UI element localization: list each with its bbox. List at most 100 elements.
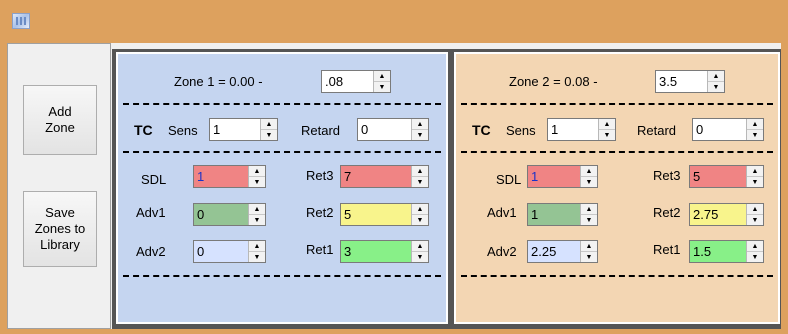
zone-1-retard-value[interactable]: 0	[358, 119, 411, 140]
zone-2-ret1-spinbox[interactable]: 1.5 ▲ ▼	[689, 240, 764, 263]
spin-up-icon[interactable]: ▲	[581, 166, 597, 176]
zone-1-ret3-label: Ret3	[306, 168, 334, 183]
zone-2-ret3-label: Ret3	[653, 168, 681, 183]
separator	[461, 103, 773, 105]
spin-up-icon[interactable]: ▲	[412, 241, 428, 251]
zone-1-adv1-label: Adv1	[136, 205, 166, 220]
spin-up-icon[interactable]: ▲	[412, 166, 428, 176]
zone-1-panel: Zone 1 = 0.00 - .08 ▲ ▼ TC Sens 1 ▲ ▼ Reta…	[116, 52, 448, 324]
app-grid-icon[interactable]	[12, 13, 30, 29]
add-zone-button[interactable]: Add Zone	[23, 85, 97, 155]
zone-2-retard-spinbox[interactable]: 0 ▲ ▼	[692, 118, 764, 141]
zone-2-sens-spinbox[interactable]: 1 ▲ ▼	[547, 118, 616, 141]
separator	[123, 151, 441, 153]
spin-down-icon[interactable]: ▼	[581, 214, 597, 225]
zone-1-ret1-value[interactable]: 3	[341, 241, 411, 262]
main-window: Add Zone Save Zones to Library Zone 1 = …	[7, 43, 781, 329]
spin-up-icon[interactable]: ▲	[412, 204, 428, 214]
zone-2-ret2-label: Ret2	[653, 205, 681, 220]
zone-1-adv1-spinbox[interactable]: 0 ▲ ▼	[193, 203, 266, 226]
zone-1-ret2-spinbox[interactable]: 5 ▲ ▼	[340, 203, 429, 226]
zone-2-ret3-spinbox[interactable]: 5 ▲ ▼	[689, 165, 764, 188]
spin-up-icon[interactable]: ▲	[412, 119, 428, 129]
spin-down-icon[interactable]: ▼	[747, 214, 763, 225]
zone-2-ret2-value[interactable]: 2.75	[690, 204, 746, 225]
zone-2-adv1-value[interactable]: 1	[528, 204, 580, 225]
zone-2-tc-label: TC	[472, 122, 491, 138]
spin-down-icon[interactable]: ▼	[261, 129, 277, 140]
zone-2-sdl-value[interactable]: 1	[528, 166, 580, 187]
spin-down-icon[interactable]: ▼	[412, 176, 428, 187]
zone-2-upper-spinbox[interactable]: 3.5 ▲ ▼	[655, 70, 725, 93]
spin-down-icon[interactable]: ▼	[581, 176, 597, 187]
spin-down-icon[interactable]: ▼	[747, 251, 763, 262]
spin-down-icon[interactable]: ▼	[747, 176, 763, 187]
zone-2-adv2-label: Adv2	[487, 244, 517, 259]
spin-up-icon[interactable]: ▲	[249, 241, 265, 251]
zone-1-ret3-spinbox[interactable]: 7 ▲ ▼	[340, 165, 429, 188]
spin-up-icon[interactable]: ▲	[747, 241, 763, 251]
zone-2-ret1-value[interactable]: 1.5	[690, 241, 746, 262]
spin-down-icon[interactable]: ▼	[708, 81, 724, 92]
zone-2-ret1-label: Ret1	[653, 242, 681, 257]
zone-1-adv2-value[interactable]: 0	[194, 241, 248, 262]
zone-2-upper-value[interactable]: 3.5	[656, 71, 707, 92]
spin-down-icon[interactable]: ▼	[249, 214, 265, 225]
spin-up-icon[interactable]: ▲	[249, 166, 265, 176]
spin-down-icon[interactable]: ▼	[412, 251, 428, 262]
zone-1-upper-value[interactable]: .08	[322, 71, 373, 92]
spin-up-icon[interactable]: ▲	[581, 204, 597, 214]
zone-1-ret1-label: Ret1	[306, 242, 334, 257]
zones-container: Zone 1 = 0.00 - .08 ▲ ▼ TC Sens 1 ▲ ▼ Reta…	[112, 49, 781, 329]
zone-2-title: Zone 2 = 0.08 -	[509, 74, 598, 89]
zone-2-adv2-value[interactable]: 2.25	[528, 241, 580, 262]
spin-up-icon[interactable]: ▲	[747, 204, 763, 214]
zone-1-retard-label: Retard	[301, 123, 341, 138]
zone-1-adv2-spinbox[interactable]: 0 ▲ ▼	[193, 240, 266, 263]
zone-1-retard-spinbox[interactable]: 0 ▲ ▼	[357, 118, 429, 141]
separator	[123, 103, 441, 105]
zone-2-adv2-spinbox[interactable]: 2.25 ▲ ▼	[527, 240, 598, 263]
zone-1-adv1-value[interactable]: 0	[194, 204, 248, 225]
spin-up-icon[interactable]: ▲	[249, 204, 265, 214]
zone-1-upper-spinbox[interactable]: .08 ▲ ▼	[321, 70, 391, 93]
save-zones-to-library-button[interactable]: Save Zones to Library	[23, 191, 97, 267]
spin-up-icon[interactable]: ▲	[747, 166, 763, 176]
zone-2-sens-value[interactable]: 1	[548, 119, 598, 140]
zone-1-sdl-value[interactable]: 1	[194, 166, 248, 187]
zone-1-title: Zone 1 = 0.00 -	[174, 74, 263, 89]
spin-down-icon[interactable]: ▼	[412, 129, 428, 140]
spin-down-icon[interactable]: ▼	[412, 214, 428, 225]
zone-2-retard-label: Retard	[637, 123, 677, 138]
spin-down-icon[interactable]: ▼	[249, 176, 265, 187]
zone-1-ret3-value[interactable]: 7	[341, 166, 411, 187]
spin-up-icon[interactable]: ▲	[261, 119, 277, 129]
spin-down-icon[interactable]: ▼	[249, 251, 265, 262]
zone-1-ret1-spinbox[interactable]: 3 ▲ ▼	[340, 240, 429, 263]
separator	[123, 275, 441, 277]
spin-down-icon[interactable]: ▼	[581, 251, 597, 262]
zone-1-sdl-label: SDL	[141, 172, 167, 187]
zone-2-retard-value[interactable]: 0	[693, 119, 746, 140]
spin-up-icon[interactable]: ▲	[581, 241, 597, 251]
zone-2-ret2-spinbox[interactable]: 2.75 ▲ ▼	[689, 203, 764, 226]
spin-down-icon[interactable]: ▼	[747, 129, 763, 140]
zone-2-adv1-spinbox[interactable]: 1 ▲ ▼	[527, 203, 598, 226]
spin-up-icon[interactable]: ▲	[708, 71, 724, 81]
zone-2-sens-label: Sens	[506, 123, 536, 138]
spin-up-icon[interactable]: ▲	[599, 119, 615, 129]
zone-1-adv2-label: Adv2	[136, 244, 166, 259]
zone-2-sdl-spinbox[interactable]: 1 ▲ ▼	[527, 165, 598, 188]
spin-up-icon[interactable]: ▲	[747, 119, 763, 129]
zone-1-ret2-value[interactable]: 5	[341, 204, 411, 225]
spin-down-icon[interactable]: ▼	[374, 81, 390, 92]
zone-1-tc-label: TC	[134, 122, 153, 138]
left-panel: Add Zone Save Zones to Library	[7, 43, 111, 329]
separator	[461, 275, 773, 277]
spin-down-icon[interactable]: ▼	[599, 129, 615, 140]
spin-up-icon[interactable]: ▲	[374, 71, 390, 81]
zone-1-sens-value[interactable]: 1	[210, 119, 260, 140]
zone-1-sdl-spinbox[interactable]: 1 ▲ ▼	[193, 165, 266, 188]
zone-1-sens-spinbox[interactable]: 1 ▲ ▼	[209, 118, 278, 141]
zone-2-ret3-value[interactable]: 5	[690, 166, 746, 187]
